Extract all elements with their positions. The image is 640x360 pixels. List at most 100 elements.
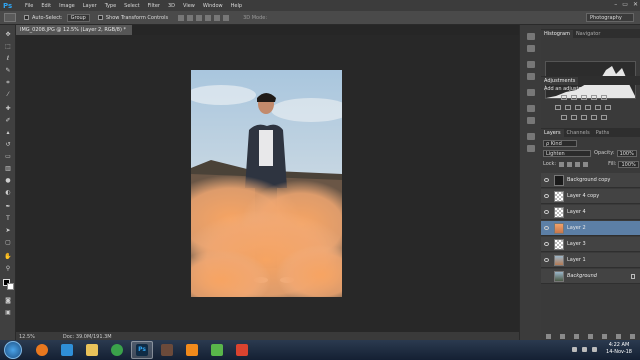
properties-panel-icon[interactable] xyxy=(527,89,535,96)
menu-help[interactable]: Help xyxy=(231,3,242,9)
add-mask-icon[interactable] xyxy=(573,333,579,339)
exposure-icon[interactable] xyxy=(591,95,597,100)
menu-edit[interactable]: Edit xyxy=(41,3,51,9)
hand-tool-icon[interactable]: ✋ xyxy=(4,253,12,260)
lock-image-icon[interactable] xyxy=(567,161,573,167)
opacity-input[interactable]: 100% xyxy=(616,149,637,157)
black-white-icon[interactable] xyxy=(575,105,581,110)
swatches-panel-icon[interactable] xyxy=(527,73,535,80)
screen-mode-icon[interactable]: ▣ xyxy=(4,309,12,316)
quick-mask-icon[interactable]: ◙ xyxy=(4,297,12,304)
clone-stamp-tool-icon[interactable]: ▴ xyxy=(4,129,12,136)
pen-tool-icon[interactable]: ✒ xyxy=(4,203,12,210)
layer-row[interactable]: Layer 4 copy xyxy=(541,189,640,204)
type-tool-icon[interactable]: T xyxy=(4,215,12,222)
start-button[interactable] xyxy=(4,341,22,359)
selective-color-icon[interactable] xyxy=(601,115,607,120)
visibility-eye-icon[interactable] xyxy=(544,242,549,246)
layer-name[interactable]: Background copy xyxy=(567,177,610,183)
layer-row[interactable]: Background copy xyxy=(541,173,640,188)
move-tool-preset-icon[interactable] xyxy=(4,13,16,22)
minimize-button[interactable]: – xyxy=(614,1,617,8)
actions-panel-icon[interactable] xyxy=(527,45,535,52)
firefox-taskbar-button[interactable] xyxy=(31,341,53,359)
tab-layers[interactable]: Layers xyxy=(541,129,564,137)
layer-row[interactable]: Layer 4 xyxy=(541,205,640,220)
dodge-tool-icon[interactable]: ◐ xyxy=(4,189,12,196)
show-transform-checkbox[interactable] xyxy=(97,15,103,20)
new-adjustment-icon[interactable] xyxy=(587,333,593,339)
move-tool-icon[interactable]: ✥ xyxy=(4,31,12,38)
brightness-contrast-icon[interactable] xyxy=(561,95,567,100)
ie-taskbar-button[interactable] xyxy=(56,341,78,359)
history-panel-icon[interactable] xyxy=(527,33,535,40)
menu-file[interactable]: File xyxy=(25,3,33,9)
layer-name[interactable]: Layer 3 xyxy=(567,241,586,247)
menu-3d[interactable]: 3D xyxy=(168,3,175,9)
fill-input[interactable]: 100% xyxy=(618,160,639,168)
levels-icon[interactable] xyxy=(571,95,577,100)
visibility-eye-icon[interactable] xyxy=(544,178,549,182)
background-color-swatch[interactable] xyxy=(7,283,14,290)
shape-tool-icon[interactable]: ▢ xyxy=(4,239,12,246)
threshold-icon[interactable] xyxy=(581,115,587,120)
curves-icon[interactable] xyxy=(581,95,587,100)
lasso-tool-icon[interactable]: ℓ xyxy=(4,55,12,62)
posterize-icon[interactable] xyxy=(571,115,577,120)
layer-name[interactable]: Background xyxy=(567,273,597,279)
layer-style-icon[interactable] xyxy=(559,333,565,339)
visibility-eye-icon[interactable] xyxy=(544,210,549,214)
lock-transparent-icon[interactable] xyxy=(559,161,565,167)
menu-type[interactable]: Type xyxy=(105,3,116,9)
path-selection-tool-icon[interactable]: ➤ xyxy=(4,227,12,234)
eraser-tool-icon[interactable]: ▭ xyxy=(4,153,12,160)
layer-row[interactable]: Layer 3 xyxy=(541,237,640,252)
zoom-tool-icon[interactable]: ⚲ xyxy=(4,265,12,272)
blend-mode-select[interactable]: Lighten xyxy=(543,149,591,157)
tab-histogram[interactable]: Histogram xyxy=(541,30,573,38)
tab-adjustments[interactable]: Adjustments xyxy=(541,77,579,85)
menu-select[interactable]: Select xyxy=(124,3,139,9)
explorer-taskbar-button[interactable] xyxy=(81,341,103,359)
color-panel-icon[interactable] xyxy=(527,61,535,68)
layer-row[interactable]: Background xyxy=(541,269,640,284)
workspace-switcher[interactable]: Photography xyxy=(586,13,634,22)
zoom-level[interactable]: 12.5% xyxy=(19,334,35,340)
tab-paths[interactable]: Paths xyxy=(593,129,613,137)
layer-name[interactable]: Layer 2 xyxy=(567,225,586,231)
clock[interactable]: 4:22 AM 14-Nov-18 xyxy=(606,342,632,356)
new-group-icon[interactable] xyxy=(602,333,608,339)
visibility-eye-icon[interactable] xyxy=(544,258,549,262)
document-canvas-photo[interactable] xyxy=(191,70,342,297)
auto-select-checkbox[interactable] xyxy=(24,15,29,20)
align-bottom-icon[interactable] xyxy=(196,14,203,21)
tab-navigator[interactable]: Navigator xyxy=(573,30,603,38)
align-middle-icon[interactable] xyxy=(187,14,194,21)
gradient-map-icon[interactable] xyxy=(591,115,597,120)
photo-filter-icon[interactable] xyxy=(585,105,591,110)
layer-name[interactable]: Layer 4 copy xyxy=(567,193,599,199)
close-button[interactable]: ✕ xyxy=(633,1,638,8)
brush-panel-icon[interactable] xyxy=(527,133,535,140)
clone-source-panel-icon[interactable] xyxy=(527,145,535,152)
align-right-icon[interactable] xyxy=(223,14,230,21)
vlc-taskbar-button[interactable] xyxy=(181,341,203,359)
volume-icon[interactable] xyxy=(592,346,598,352)
tray-arrow-icon[interactable] xyxy=(572,346,578,352)
photos-taskbar-button[interactable] xyxy=(156,341,178,359)
link-layers-icon[interactable] xyxy=(545,333,551,339)
vibrance-icon[interactable] xyxy=(601,95,607,100)
document-tab[interactable]: IMG_0208.JPG @ 12.5% (Layer 2, RGB/8) * xyxy=(16,25,132,35)
history-brush-tool-icon[interactable]: ↺ xyxy=(4,141,12,148)
auto-select-dropdown[interactable]: Group xyxy=(66,13,90,22)
align-top-icon[interactable] xyxy=(178,14,185,21)
channel-mixer-icon[interactable] xyxy=(595,105,601,110)
eyedropper-tool-icon[interactable]: ⁄ xyxy=(4,91,12,98)
color-balance-icon[interactable] xyxy=(565,105,571,110)
photoshop-taskbar-button[interactable]: Ps xyxy=(131,341,153,359)
menu-filter[interactable]: Filter xyxy=(148,3,160,9)
delete-layer-icon[interactable] xyxy=(630,333,636,339)
layer-name[interactable]: Layer 1 xyxy=(567,257,586,263)
visibility-eye-icon[interactable] xyxy=(544,226,549,230)
brush-tool-icon[interactable]: ✐ xyxy=(4,117,12,124)
